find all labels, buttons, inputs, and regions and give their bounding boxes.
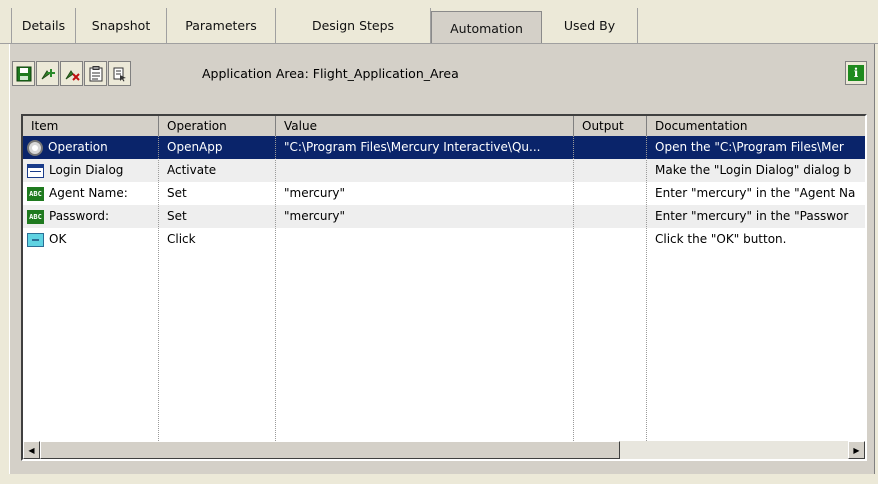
value-cell: "mercury" bbox=[284, 186, 346, 200]
column-divider bbox=[275, 136, 276, 441]
output-cell bbox=[574, 182, 647, 205]
tab-design-steps[interactable]: Design Steps bbox=[276, 8, 431, 43]
output-cell bbox=[574, 205, 647, 228]
output-cell bbox=[574, 136, 647, 159]
properties-icon bbox=[89, 65, 102, 81]
tab-label: Automation bbox=[450, 20, 523, 36]
view-button[interactable] bbox=[108, 61, 131, 86]
table-row[interactable]: ABC Password: Set "mercury" Enter "mercur… bbox=[23, 205, 865, 228]
operation-cell: OpenApp bbox=[167, 140, 223, 154]
table-row[interactable]: Operation OpenApp "C:\Program Files\Merc… bbox=[23, 136, 865, 159]
edit-field-icon: ABC bbox=[27, 209, 44, 224]
button-icon bbox=[27, 232, 44, 247]
scroll-right-button[interactable]: ▶ bbox=[848, 441, 865, 459]
documentation-cell: Make the "Login Dialog" dialog b bbox=[655, 163, 852, 177]
operation-cell: Activate bbox=[167, 163, 217, 177]
operation-cell: Set bbox=[167, 209, 187, 223]
column-header-item[interactable]: Item bbox=[23, 116, 159, 136]
item-cell: Operation bbox=[48, 140, 108, 154]
documentation-cell: Open the "C:\Program Files\Mer bbox=[655, 140, 844, 154]
item-cell: Login Dialog bbox=[49, 163, 124, 177]
info-button[interactable]: i bbox=[845, 61, 867, 85]
tab-used-by[interactable]: Used By bbox=[542, 8, 638, 43]
tab-parameters[interactable]: Parameters bbox=[167, 8, 276, 43]
output-cell bbox=[574, 159, 647, 182]
dialog-icon bbox=[27, 163, 44, 178]
column-divider bbox=[158, 136, 159, 441]
properties-button[interactable] bbox=[84, 61, 107, 86]
tab-bar: Details Snapshot Parameters Design Steps… bbox=[0, 0, 878, 44]
documentation-cell: Enter "mercury" in the "Passwor bbox=[655, 209, 849, 223]
toolbar bbox=[12, 61, 132, 89]
table-row[interactable]: ABC Agent Name: Set "mercury" Enter "merc… bbox=[23, 182, 865, 205]
chevron-right-icon: ▶ bbox=[853, 445, 860, 455]
application-area-label: Application Area: Flight_Application_Are… bbox=[202, 66, 459, 81]
column-header-operation[interactable]: Operation bbox=[159, 116, 276, 136]
edit-field-icon: ABC bbox=[27, 186, 44, 201]
value-cell bbox=[276, 159, 574, 182]
tab-label: Used By bbox=[563, 18, 616, 33]
value-cell: "mercury" bbox=[284, 209, 346, 223]
table-row[interactable]: Login Dialog Activate Make the "Login Di… bbox=[23, 159, 865, 182]
column-header-output[interactable]: Output bbox=[574, 116, 647, 136]
scroll-left-button[interactable]: ◀ bbox=[23, 441, 40, 459]
save-button[interactable] bbox=[12, 61, 35, 86]
column-divider bbox=[646, 136, 647, 441]
horizontal-scrollbar[interactable]: ◀ ▶ bbox=[23, 441, 865, 459]
column-header-documentation[interactable]: Documentation bbox=[647, 116, 865, 136]
value-cell: "C:\Program Files\Mercury Interactive\Qu… bbox=[284, 140, 541, 154]
add-step-icon bbox=[41, 68, 55, 79]
documentation-cell: Click the "OK" button. bbox=[655, 232, 787, 246]
tab-snapshot[interactable]: Snapshot bbox=[76, 8, 167, 43]
delete-step-button[interactable] bbox=[60, 61, 83, 86]
output-cell bbox=[574, 228, 647, 251]
operation-cell: Click bbox=[167, 232, 196, 246]
tab-details[interactable]: Details bbox=[11, 8, 76, 43]
grid-header: Item Operation Value Output Documentatio… bbox=[23, 116, 865, 137]
item-cell: Password: bbox=[49, 209, 110, 223]
item-cell: Agent Name: bbox=[49, 186, 128, 200]
info-icon: i bbox=[848, 65, 864, 81]
tab-label: Parameters bbox=[185, 18, 257, 33]
operation-icon bbox=[27, 139, 43, 156]
tab-label: Design Steps bbox=[311, 18, 395, 33]
value-cell bbox=[276, 228, 574, 251]
column-divider bbox=[573, 136, 574, 441]
documentation-cell: Enter "mercury" in the "Agent Na bbox=[655, 186, 856, 200]
item-cell: OK bbox=[49, 232, 67, 246]
chevron-left-icon: ◀ bbox=[28, 445, 35, 455]
scrollbar-thumb[interactable] bbox=[40, 441, 620, 459]
save-icon bbox=[16, 66, 31, 81]
view-icon bbox=[113, 67, 126, 81]
delete-step-icon bbox=[65, 69, 80, 81]
tab-label: Snapshot bbox=[91, 18, 151, 33]
add-step-button[interactable] bbox=[36, 61, 59, 86]
column-header-value[interactable]: Value bbox=[276, 116, 574, 136]
operation-cell: Set bbox=[167, 186, 187, 200]
tab-label: Details bbox=[21, 18, 66, 33]
tab-automation[interactable]: Automation bbox=[431, 11, 542, 44]
table-row[interactable]: OK Click Click the "OK" button. bbox=[23, 228, 865, 251]
steps-grid: Item Operation Value Output Documentatio… bbox=[21, 114, 867, 461]
